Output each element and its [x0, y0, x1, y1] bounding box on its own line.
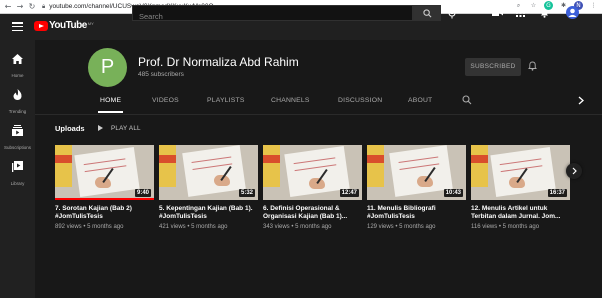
video-meta: 116 views • 5 months ago [471, 224, 540, 230]
video-title[interactable]: 12. Menulis Artikel untuk Terbitan dalam… [471, 205, 570, 221]
video-title[interactable]: 7. Sorotan Kajian (Bab 2) #JomTulisTesis [55, 205, 154, 221]
video-thumbnail[interactable]: 9:40 [55, 145, 154, 200]
lock-icon[interactable]: 🔒︎ [42, 3, 45, 11]
video-card[interactable]: 5:32 5. Kepentingan Kajian (Bab 1). #Jom… [159, 145, 258, 230]
chevron-right-icon [572, 167, 577, 175]
logo-text: YouTube [49, 20, 87, 31]
section-title: Uploads [55, 124, 85, 133]
video-duration: 9:40 [134, 189, 151, 197]
channel-notifications-bell-icon[interactable] [528, 61, 537, 71]
menu-dots-icon[interactable]: ⋮ [589, 1, 598, 10]
video-meta: 129 views • 5 months ago [367, 224, 436, 230]
video-thumbnail[interactable]: 10:43 [367, 145, 466, 200]
person-icon [568, 8, 577, 17]
logo-country: MY [87, 21, 94, 26]
home-icon [12, 54, 23, 64]
sidebar-item-label: Library [10, 181, 25, 186]
video-duration: 5:32 [238, 189, 255, 197]
play-all-button[interactable]: PLAY ALL [111, 125, 141, 132]
youtube-play-icon [34, 21, 48, 31]
sidebar-item-label: Trending [8, 109, 27, 114]
search-icon [422, 8, 431, 17]
subscriptions-icon [12, 125, 23, 136]
video-thumbnail[interactable]: 16:37 [471, 145, 570, 200]
reload-icon[interactable]: ↻ [26, 2, 38, 11]
tab-discussion[interactable]: DISCUSSION [338, 89, 382, 113]
video-thumbnail[interactable]: 5:32 [159, 145, 258, 200]
video-card[interactable]: 9:40 7. Sorotan Kajian (Bab 2) #JomTulis… [55, 145, 154, 230]
sidebar-item-trending[interactable]: Trending [0, 87, 35, 114]
video-title[interactable]: 11. Menulis Bibliografi #JomTulisTesis [367, 205, 466, 221]
tab-videos[interactable]: VIDEOS [152, 89, 179, 113]
video-duration: 16:37 [547, 189, 567, 197]
extension-bar: ⌕ ☆ G ✱ N ⋮ [514, 1, 598, 10]
channel-search-icon[interactable] [462, 95, 472, 105]
video-card[interactable]: 16:37 12. Menulis Artikel untuk Terbitan… [471, 145, 570, 230]
video-meta: 421 views • 5 months ago [159, 224, 228, 230]
video-title[interactable]: 5. Kepentingan Kajian (Bab 1). #JomTulis… [159, 205, 258, 221]
trending-icon [13, 89, 22, 100]
video-thumbnail[interactable]: 12:47 [263, 145, 362, 200]
channel-avatar[interactable]: P [88, 48, 127, 87]
apps-grid-icon[interactable] [516, 8, 525, 17]
star-icon[interactable]: ☆ [529, 1, 538, 10]
back-icon[interactable]: ← [2, 2, 14, 11]
watch-progress-bar [55, 198, 154, 200]
notifications-bell-icon[interactable] [540, 8, 549, 18]
video-duration: 12:47 [339, 189, 359, 197]
channel-name: Prof. Dr Normaliza Abd Rahim [138, 55, 299, 69]
subscriber-count: 485 subscribers [138, 71, 184, 78]
play-all-icon[interactable] [98, 125, 103, 131]
tabs-next-chevron-icon[interactable] [578, 96, 584, 105]
sidebar-item-label: Home [11, 73, 24, 78]
sidebar-item-home[interactable]: Home [0, 51, 35, 78]
sidebar-item-library[interactable]: Library [0, 159, 35, 186]
create-video-icon[interactable] [492, 8, 503, 17]
hamburger-menu-icon[interactable] [12, 22, 23, 32]
tab-home[interactable]: HOME [98, 89, 124, 113]
video-card[interactable]: 12:47 6. Definisi Operasional & Organisa… [263, 145, 362, 230]
youtube-logo[interactable]: YouTube MY [34, 21, 94, 31]
account-avatar[interactable] [566, 6, 579, 19]
subscribed-button[interactable]: SUBSCRIBED [465, 58, 521, 76]
search-button[interactable] [413, 5, 441, 21]
forward-icon[interactable]: → [14, 2, 26, 11]
shelf-next-button[interactable] [566, 163, 582, 179]
sidebar-item-subscriptions[interactable]: Subscriptions [0, 123, 35, 150]
tab-about[interactable]: ABOUT [408, 89, 432, 113]
tabs-divider [35, 114, 602, 115]
video-title[interactable]: 6. Definisi Operasional & Organisasi Kaj… [263, 205, 362, 221]
sidebar-item-label: Subscriptions [3, 145, 31, 150]
sidebar: Home Trending Subscriptions Library [0, 40, 35, 298]
microphone-icon[interactable] [448, 8, 456, 19]
video-meta: 343 views • 5 months ago [263, 224, 332, 230]
video-duration: 10:43 [443, 189, 463, 197]
search-box [132, 5, 413, 24]
library-icon [12, 161, 23, 172]
tab-channels[interactable]: CHANNELS [271, 89, 310, 113]
tab-playlists[interactable]: PLAYLISTS [207, 89, 245, 113]
video-meta: 892 views • 5 months ago [55, 224, 124, 230]
video-card[interactable]: 10:43 11. Menulis Bibliografi #JomTulisT… [367, 145, 466, 230]
search-input[interactable] [133, 9, 412, 24]
